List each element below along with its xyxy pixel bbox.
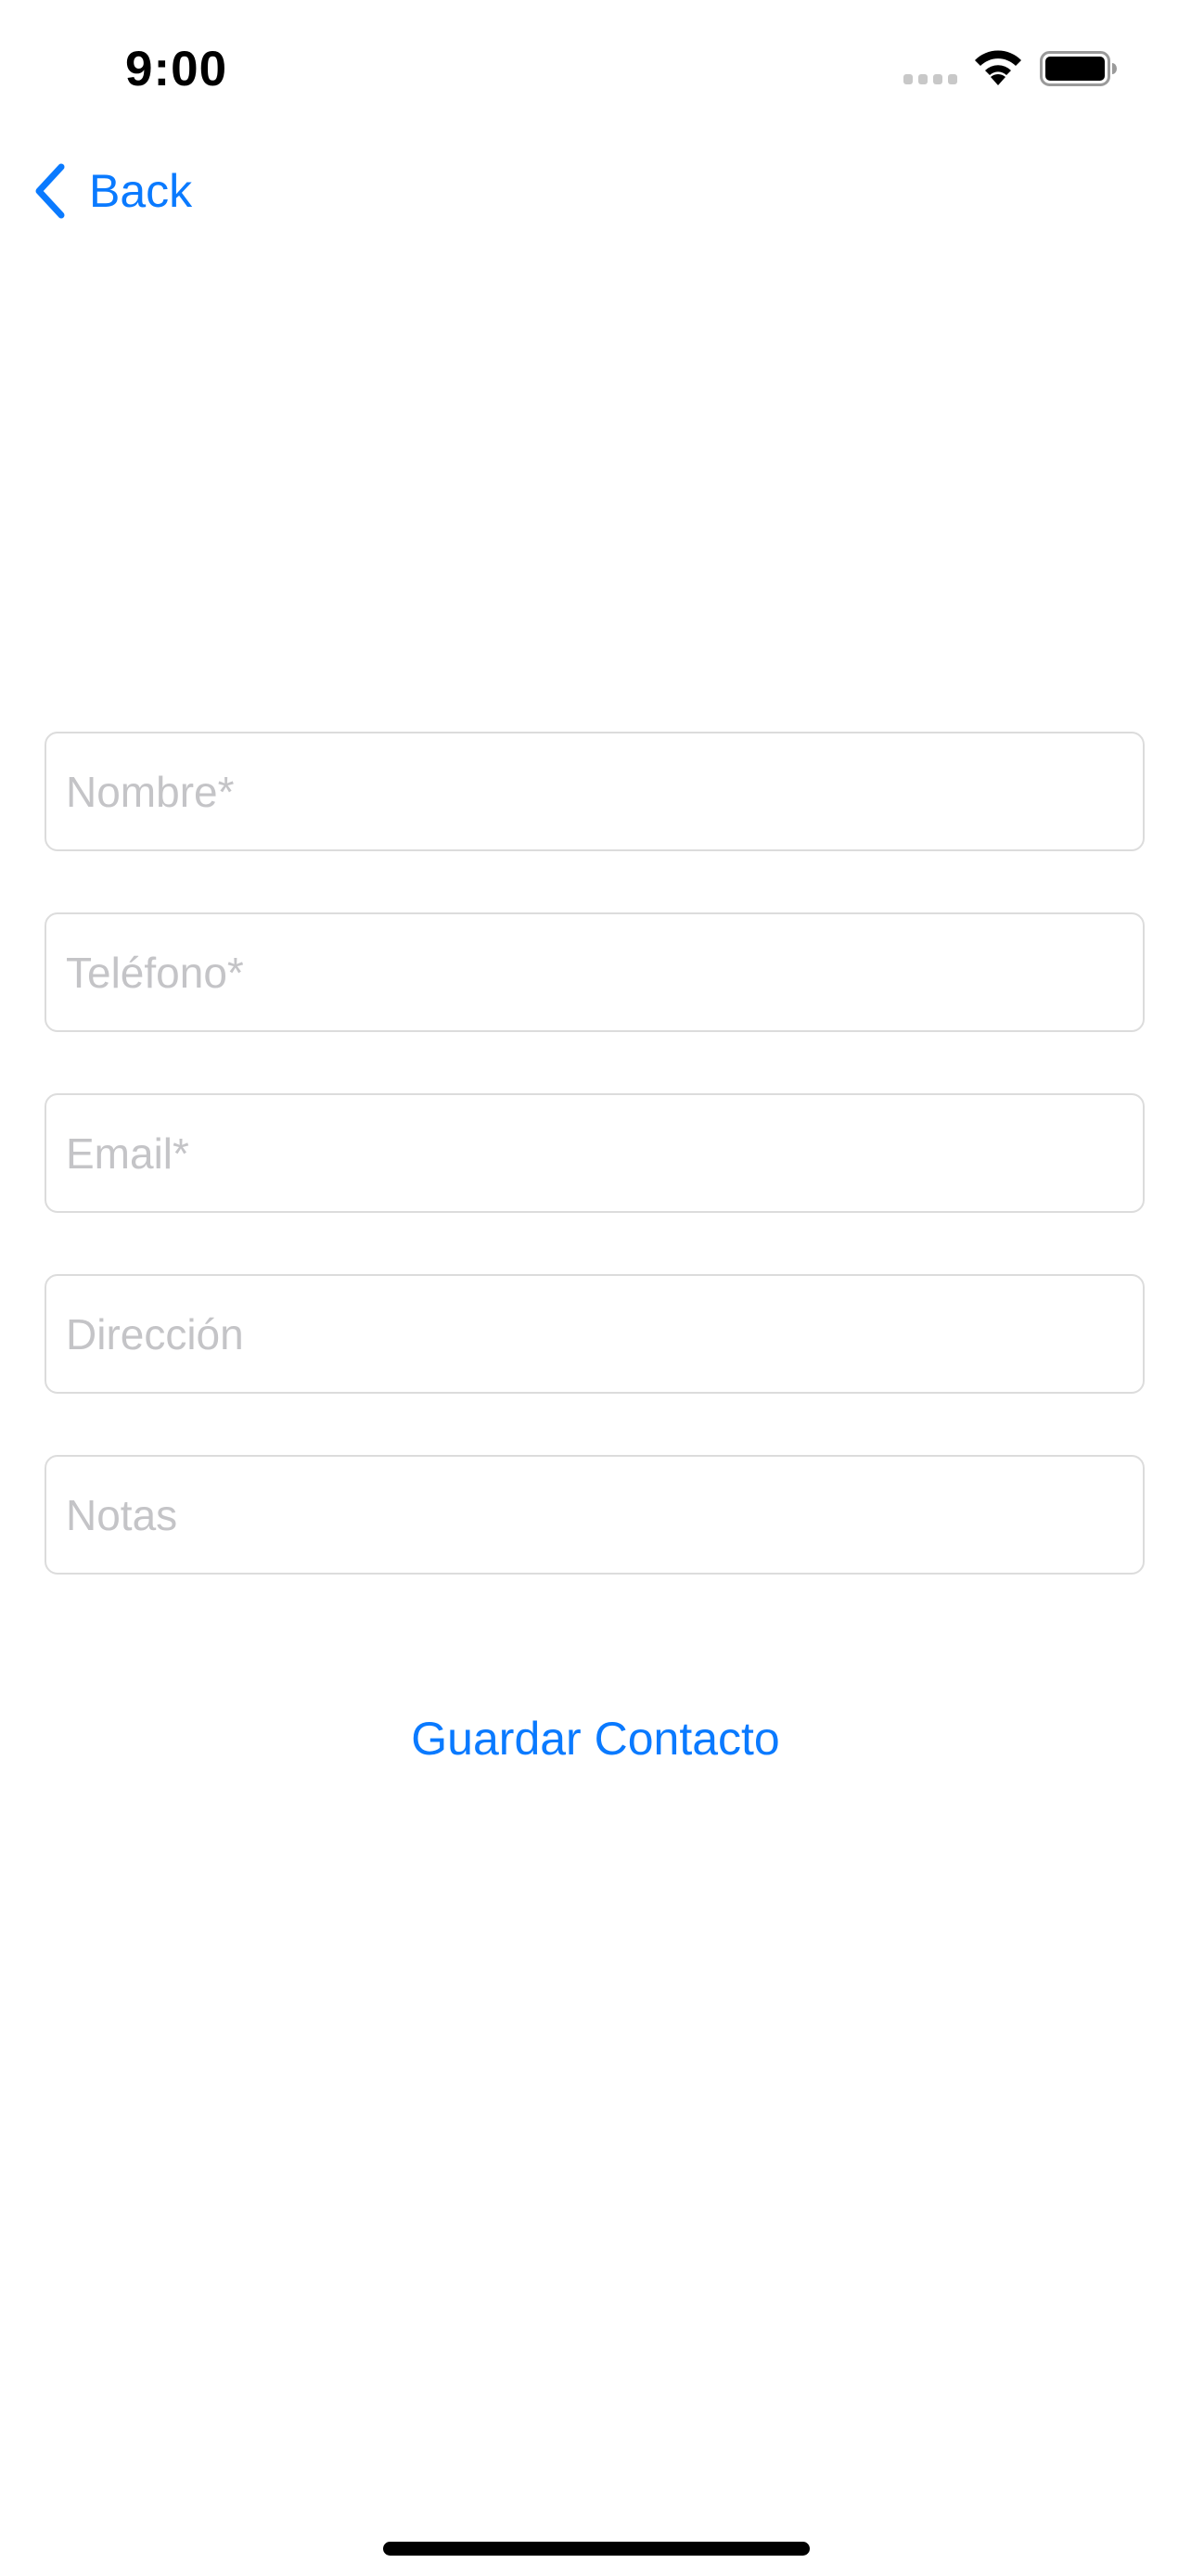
notes-field[interactable] <box>45 1455 1145 1575</box>
save-contact-button[interactable]: Guardar Contacto <box>0 1712 1191 1766</box>
address-field[interactable] <box>45 1274 1145 1394</box>
address-input[interactable] <box>46 1276 1143 1392</box>
phone-field[interactable] <box>45 912 1145 1032</box>
wifi-icon <box>975 50 1021 85</box>
phone-input[interactable] <box>46 914 1143 1030</box>
name-input[interactable] <box>46 733 1143 849</box>
battery-icon <box>1040 51 1117 86</box>
cellular-dots-icon <box>903 74 957 84</box>
name-field[interactable] <box>45 732 1145 851</box>
back-label: Back <box>89 165 193 217</box>
back-button[interactable]: Back <box>33 161 192 221</box>
home-indicator[interactable] <box>383 2542 810 2556</box>
status-time: 9:00 <box>125 42 228 96</box>
email-field[interactable] <box>45 1093 1145 1213</box>
notes-input[interactable] <box>46 1457 1143 1573</box>
chevron-left-icon <box>35 163 65 219</box>
email-input[interactable] <box>46 1095 1143 1211</box>
